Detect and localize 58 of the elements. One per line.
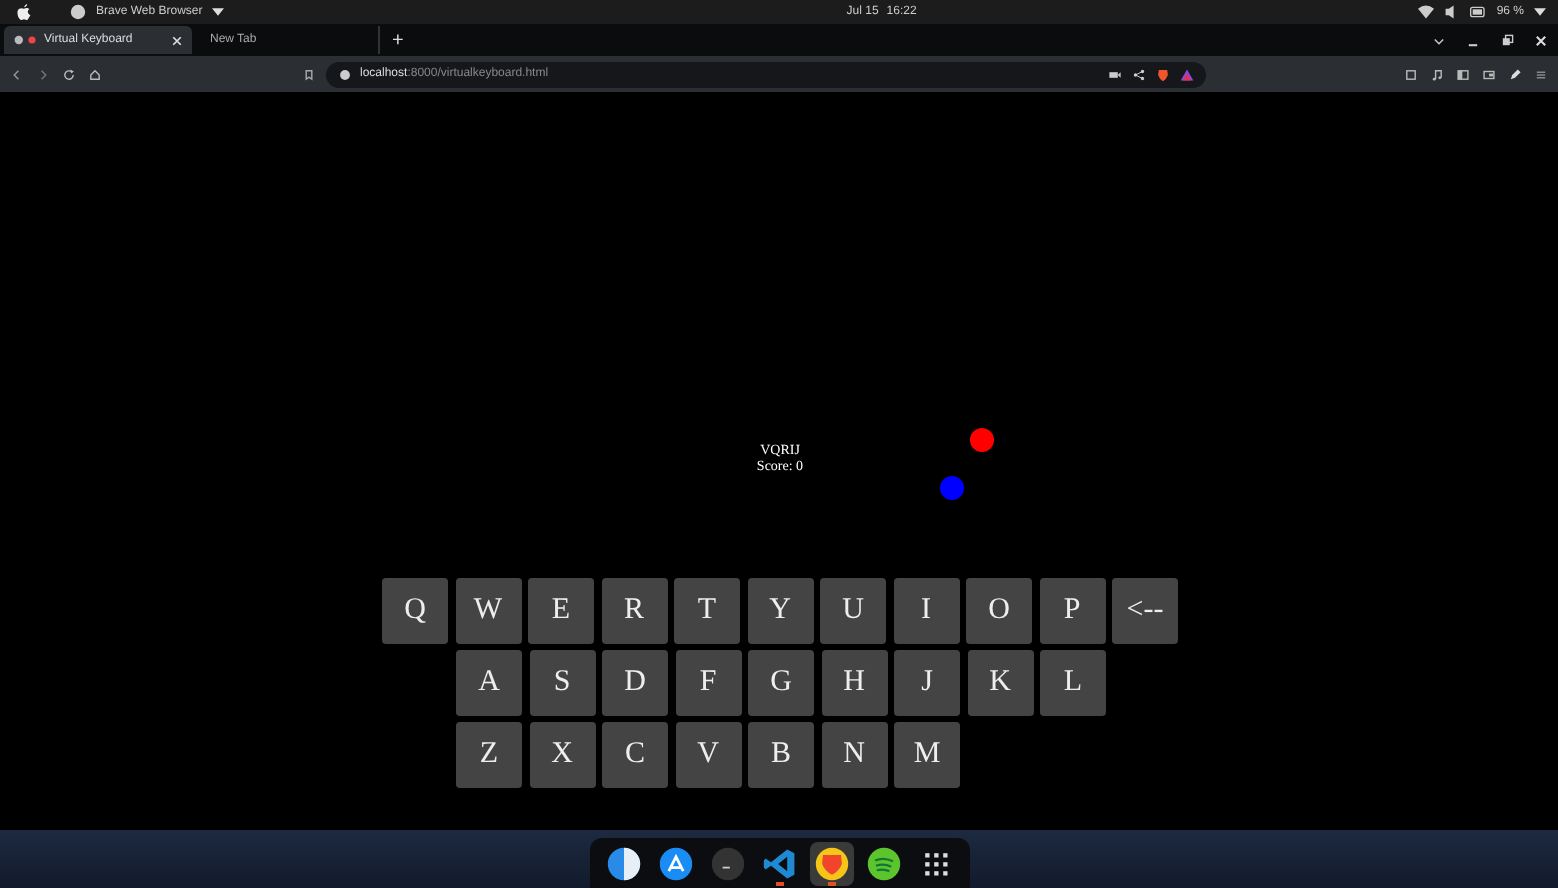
ball-icon	[940, 476, 964, 500]
reload-icon[interactable]	[62, 67, 76, 81]
key-button[interactable]: T	[674, 578, 740, 644]
menu-icon[interactable]	[1534, 67, 1548, 81]
forward-icon[interactable]	[36, 67, 50, 81]
key-button[interactable]: <--	[1112, 578, 1178, 644]
caret-icon	[1534, 8, 1546, 16]
key-button[interactable]: H	[821, 650, 887, 716]
app-store-icon[interactable]	[657, 845, 693, 881]
key-button[interactable]: K	[967, 650, 1033, 716]
caret-icon	[212, 8, 225, 16]
key-button[interactable]: R	[601, 578, 667, 644]
bookmark-icon[interactable]	[302, 67, 316, 81]
music-app-icon[interactable]	[865, 845, 901, 881]
home-icon[interactable]	[88, 67, 102, 81]
triangle-icon[interactable]	[1180, 67, 1194, 81]
key-button[interactable]: N	[821, 722, 887, 788]
key-button[interactable]: S	[529, 650, 595, 716]
key-button[interactable]: F	[675, 650, 741, 716]
restore-icon[interactable]	[1500, 33, 1514, 47]
back-icon[interactable]	[10, 67, 24, 81]
key-button[interactable]: C	[602, 722, 668, 788]
wifi-icon	[1418, 4, 1435, 20]
key-button[interactable]: G	[748, 650, 814, 716]
apple-icon[interactable]	[16, 2, 32, 22]
ball-icon	[970, 428, 994, 452]
pen-icon[interactable]	[1508, 67, 1522, 81]
music-icon[interactable]	[1430, 67, 1444, 81]
key-button[interactable]: Y	[747, 578, 813, 644]
key-button[interactable]: A	[456, 650, 522, 716]
close-icon[interactable]	[172, 35, 182, 45]
key-button[interactable]: I	[893, 578, 959, 644]
running-indicator-icon	[775, 881, 783, 885]
key-button[interactable]: U	[820, 578, 886, 644]
puzzle-icon[interactable]	[1404, 67, 1418, 81]
key-button[interactable]: Q	[382, 578, 448, 644]
new-tab-button[interactable]: +	[392, 29, 404, 51]
key-button[interactable]: Z	[456, 722, 522, 788]
sidebar-icon[interactable]	[1456, 67, 1470, 81]
key-button[interactable]: D	[602, 650, 668, 716]
key-button[interactable]: L	[1040, 650, 1106, 716]
battery-icon	[1470, 4, 1487, 20]
key-button[interactable]: M	[894, 722, 960, 788]
close-icon[interactable]	[1534, 33, 1548, 47]
key-button[interactable]: B	[748, 722, 814, 788]
key-button[interactable]: X	[529, 722, 595, 788]
tab-favicon-icon	[14, 34, 38, 46]
key-button[interactable]: E	[528, 578, 594, 644]
key-button[interactable]: W	[455, 578, 521, 644]
wallet-icon[interactable]	[1482, 67, 1496, 81]
chevron-down-icon[interactable]	[1432, 33, 1446, 47]
key-button[interactable]: P	[1039, 578, 1105, 644]
share-icon[interactable]	[1132, 67, 1146, 81]
key-button[interactable]: J	[894, 650, 960, 716]
running-indicator-icon	[827, 881, 835, 885]
key-button[interactable]: O	[966, 578, 1032, 644]
key-button[interactable]: V	[675, 722, 741, 788]
code-editor-icon[interactable]	[761, 845, 797, 881]
